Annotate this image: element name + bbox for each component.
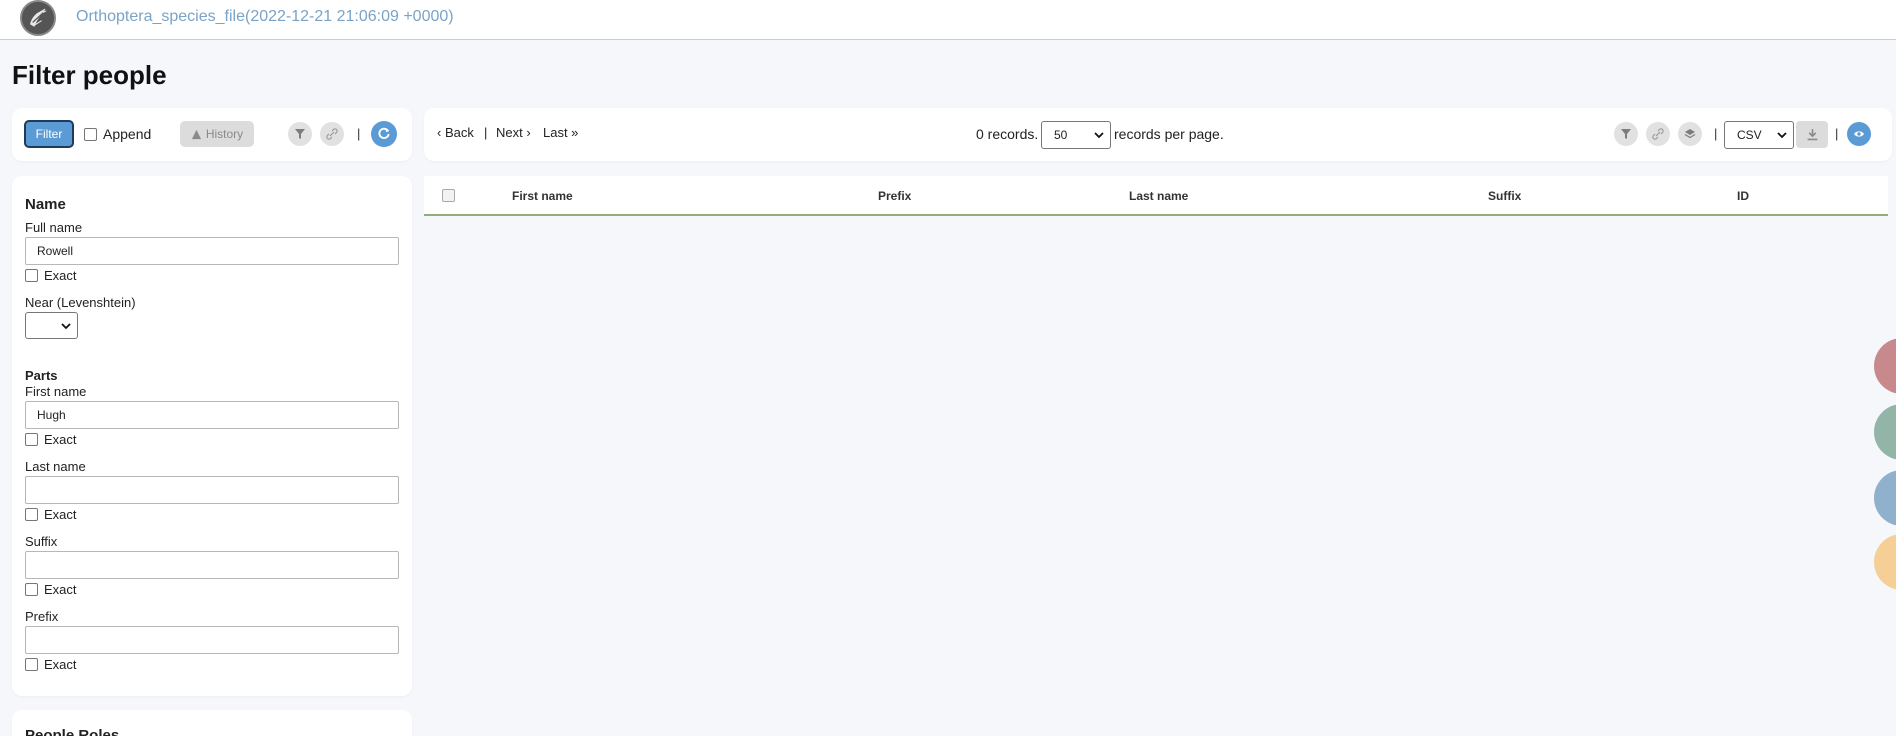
- per-page-value: 50: [1054, 128, 1068, 142]
- link-icon: [1652, 128, 1664, 140]
- append-label: Append: [103, 126, 152, 142]
- radial-pin-button[interactable]: [1874, 534, 1896, 590]
- last-name-exact-option[interactable]: Exact: [25, 507, 77, 522]
- filter-funnel-button[interactable]: [288, 122, 312, 146]
- layers-icon: [1684, 129, 1696, 139]
- exact-label: Exact: [44, 507, 77, 522]
- first-name-exact-checkbox[interactable]: [25, 433, 38, 446]
- layers-button[interactable]: [1678, 122, 1702, 146]
- column-last-name[interactable]: Last name: [1129, 189, 1188, 203]
- history-label: History: [205, 127, 244, 141]
- radial-navigation-button[interactable]: [1874, 404, 1896, 460]
- prefix-exact-checkbox[interactable]: [25, 658, 38, 671]
- last-name-label: Last name: [25, 459, 86, 474]
- exact-label: Exact: [44, 268, 77, 283]
- chevron-down-icon: [1094, 132, 1104, 139]
- page-title: Filter people: [12, 60, 167, 90]
- link-icon: [326, 128, 338, 140]
- exact-label: Exact: [44, 582, 77, 597]
- funnel-icon: [295, 129, 305, 139]
- project-title[interactable]: Orthoptera_species_file(2022-12-21 21:06…: [76, 8, 454, 26]
- results-table-header: First name Prefix Last name Suffix ID: [424, 176, 1888, 216]
- next-link[interactable]: Next ›: [496, 125, 531, 140]
- warning-icon: [191, 129, 201, 139]
- column-prefix[interactable]: Prefix: [878, 189, 911, 203]
- last-link[interactable]: Last »: [543, 125, 578, 140]
- reset-button[interactable]: [371, 121, 397, 147]
- last-name-exact-checkbox[interactable]: [25, 508, 38, 521]
- filter-toolbar: Filter Append History |: [12, 108, 412, 161]
- radial-annotator-button[interactable]: [1874, 338, 1896, 394]
- toolbar-separator-results-2: |: [1835, 126, 1839, 141]
- export-format-select[interactable]: CSV: [1724, 121, 1794, 149]
- column-id[interactable]: ID: [1737, 189, 1749, 203]
- results-toolbar: ‹ Back | Next › Last » 0 records. 50 rec…: [424, 108, 1892, 161]
- per-page-select[interactable]: 50: [1041, 121, 1111, 149]
- append-option[interactable]: Append: [84, 126, 151, 142]
- first-name-label: First name: [25, 384, 87, 399]
- exact-label: Exact: [44, 657, 77, 672]
- full-name-label: Full name: [25, 220, 83, 235]
- column-suffix[interactable]: Suffix: [1488, 189, 1521, 203]
- people-roles-title: People Roles: [25, 727, 120, 736]
- suffix-input[interactable]: [25, 551, 399, 579]
- near-select[interactable]: [25, 312, 78, 339]
- column-first-name[interactable]: First name: [512, 189, 573, 203]
- chevron-down-icon: [1777, 132, 1787, 139]
- download-icon: [1807, 129, 1817, 141]
- exact-label: Exact: [44, 432, 77, 447]
- parts-section-title: Parts: [25, 368, 58, 383]
- chevron-down-icon: [61, 323, 71, 330]
- toolbar-separator-results: |: [1714, 126, 1718, 141]
- toolbar-separator: |: [357, 126, 361, 141]
- refresh-icon: [378, 127, 390, 139]
- first-name-input[interactable]: Hugh: [25, 401, 399, 429]
- back-link[interactable]: ‹ Back: [437, 125, 474, 140]
- name-filter-panel: Name Full name Rowell Exact Near (Levens…: [12, 176, 412, 696]
- cricket-logo-icon[interactable]: [20, 0, 56, 36]
- suffix-label: Suffix: [25, 534, 58, 549]
- people-roles-panel: People Roles: [12, 710, 412, 736]
- link-button[interactable]: [320, 122, 344, 146]
- prefix-exact-option[interactable]: Exact: [25, 657, 77, 672]
- per-page-label: records per page.: [1114, 126, 1224, 142]
- filter-funnel-button-results[interactable]: [1614, 122, 1638, 146]
- eye-icon: [1854, 131, 1864, 137]
- pager-divider: |: [484, 125, 488, 140]
- export-format-value: CSV: [1737, 128, 1762, 142]
- suffix-exact-checkbox[interactable]: [25, 583, 38, 596]
- select-all-checkbox[interactable]: [442, 189, 455, 202]
- full-name-exact-option[interactable]: Exact: [25, 268, 77, 283]
- download-button[interactable]: [1796, 121, 1828, 148]
- suffix-exact-option[interactable]: Exact: [25, 582, 77, 597]
- top-bar: Orthoptera_species_file(2022-12-21 21:06…: [0, 0, 1896, 40]
- funnel-icon: [1621, 129, 1631, 139]
- history-button[interactable]: History: [180, 121, 254, 147]
- visibility-toggle-button[interactable]: [1847, 122, 1871, 146]
- name-section-title: Name: [25, 196, 66, 213]
- prefix-input[interactable]: [25, 626, 399, 654]
- records-count: 0 records.: [976, 126, 1039, 142]
- near-label: Near (Levenshtein): [25, 295, 136, 310]
- full-name-exact-checkbox[interactable]: [25, 269, 38, 282]
- radial-object-button[interactable]: [1874, 470, 1896, 526]
- prefix-label: Prefix: [25, 609, 59, 624]
- link-button-results[interactable]: [1646, 122, 1670, 146]
- full-name-input[interactable]: Rowell: [25, 237, 399, 265]
- last-name-input[interactable]: [25, 476, 399, 504]
- append-checkbox[interactable]: [84, 127, 97, 141]
- first-name-exact-option[interactable]: Exact: [25, 432, 77, 447]
- filter-button[interactable]: Filter: [24, 120, 74, 148]
